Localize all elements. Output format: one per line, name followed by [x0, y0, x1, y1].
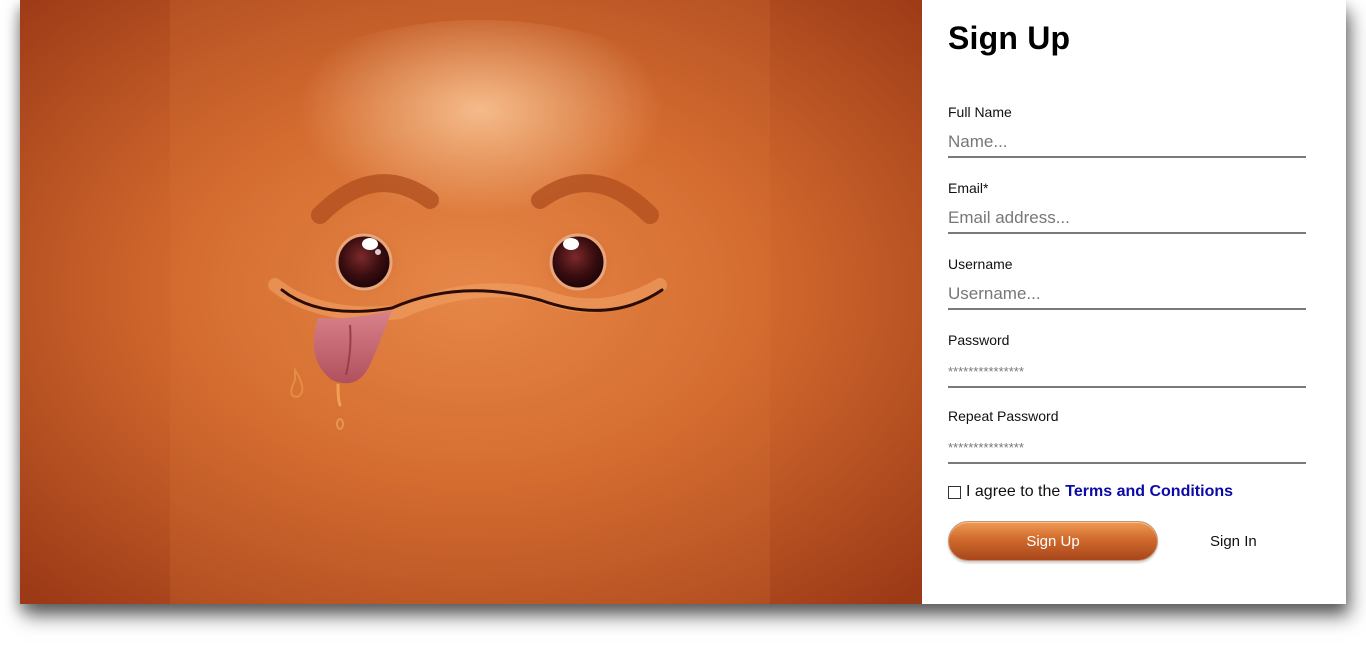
terms-agreement: I agree to the Terms and Conditions	[948, 483, 1233, 501]
signup-button[interactable]: Sign Up	[948, 521, 1158, 561]
full-name-field: Full Name	[948, 104, 1306, 158]
password-label: Password	[948, 332, 1010, 348]
email-field: Email*	[948, 180, 1306, 234]
signup-card: Sign Up Full Name Email* Username Passwo…	[20, 0, 1346, 604]
agree-text: I agree to the	[966, 483, 1061, 500]
email-input[interactable]	[948, 208, 1306, 234]
terms-link[interactable]: Terms and Conditions	[1065, 483, 1233, 501]
signup-form-panel: Sign Up Full Name Email* Username Passwo…	[922, 0, 1346, 604]
signin-link[interactable]: Sign In	[1210, 533, 1257, 550]
username-input[interactable]	[948, 284, 1306, 310]
password-field: Password	[948, 332, 1306, 388]
full-name-label: Full Name	[948, 104, 1012, 120]
password-input[interactable]	[948, 360, 1306, 388]
username-field: Username	[948, 256, 1306, 310]
username-label: Username	[948, 256, 1013, 272]
repeat-password-label: Repeat Password	[948, 408, 1059, 424]
smiley-face-tongue-icon	[20, 0, 922, 604]
page-title: Sign Up	[948, 20, 1071, 56]
repeat-password-field: Repeat Password	[948, 408, 1306, 464]
email-label: Email*	[948, 180, 989, 196]
hero-illustration	[20, 0, 922, 604]
repeat-password-input[interactable]	[948, 436, 1306, 464]
full-name-input[interactable]	[948, 132, 1306, 158]
terms-checkbox[interactable]	[948, 485, 961, 499]
